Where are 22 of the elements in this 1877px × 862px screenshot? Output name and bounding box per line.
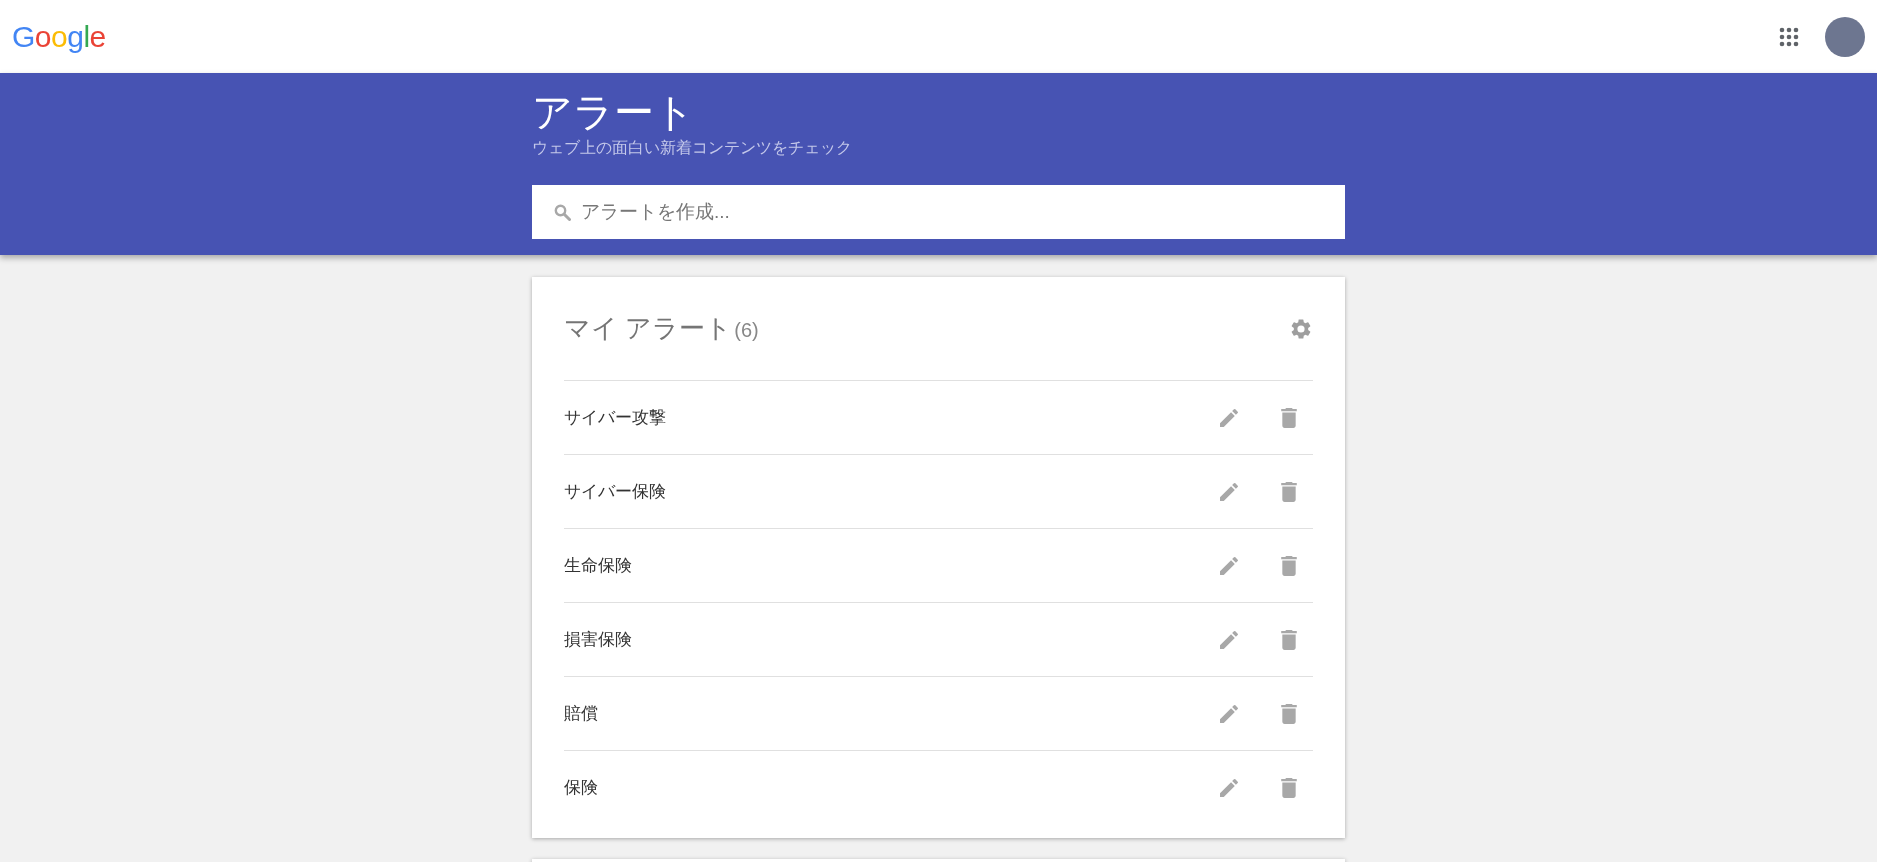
delete-trash-icon[interactable] xyxy=(1281,703,1297,724)
delete-trash-icon[interactable] xyxy=(1281,481,1297,502)
page-subtitle: ウェブ上の面白い新着コンテンツをチェック xyxy=(532,138,853,158)
alert-name[interactable]: 生命保険 xyxy=(564,554,1217,577)
delete-trash-icon[interactable] xyxy=(1281,407,1297,428)
delete-trash-icon[interactable] xyxy=(1281,777,1297,798)
alert-name[interactable]: 賠償 xyxy=(564,702,1217,725)
alert-name[interactable]: 損害保険 xyxy=(564,628,1217,651)
search-field[interactable]: アラートを作成... xyxy=(532,185,1345,239)
delete-trash-icon[interactable] xyxy=(1281,555,1297,576)
settings-icon[interactable] xyxy=(1289,316,1313,341)
page-title: アラート xyxy=(532,89,696,136)
delete-trash-icon[interactable] xyxy=(1281,629,1297,650)
search-icon xyxy=(554,204,571,221)
alert-name[interactable]: サイバー保険 xyxy=(564,480,1217,503)
alert-name[interactable]: サイバー攻撃 xyxy=(564,406,1217,429)
apps-grid-icon[interactable] xyxy=(1779,26,1799,47)
alert-name[interactable]: 保険 xyxy=(564,776,1217,799)
avatar-photo-placeholder[interactable] xyxy=(1825,16,1865,57)
card-title: マイ アラート xyxy=(564,312,733,345)
alert-count: (6) xyxy=(734,319,759,342)
google-logo[interactable]: Google xyxy=(12,19,106,54)
